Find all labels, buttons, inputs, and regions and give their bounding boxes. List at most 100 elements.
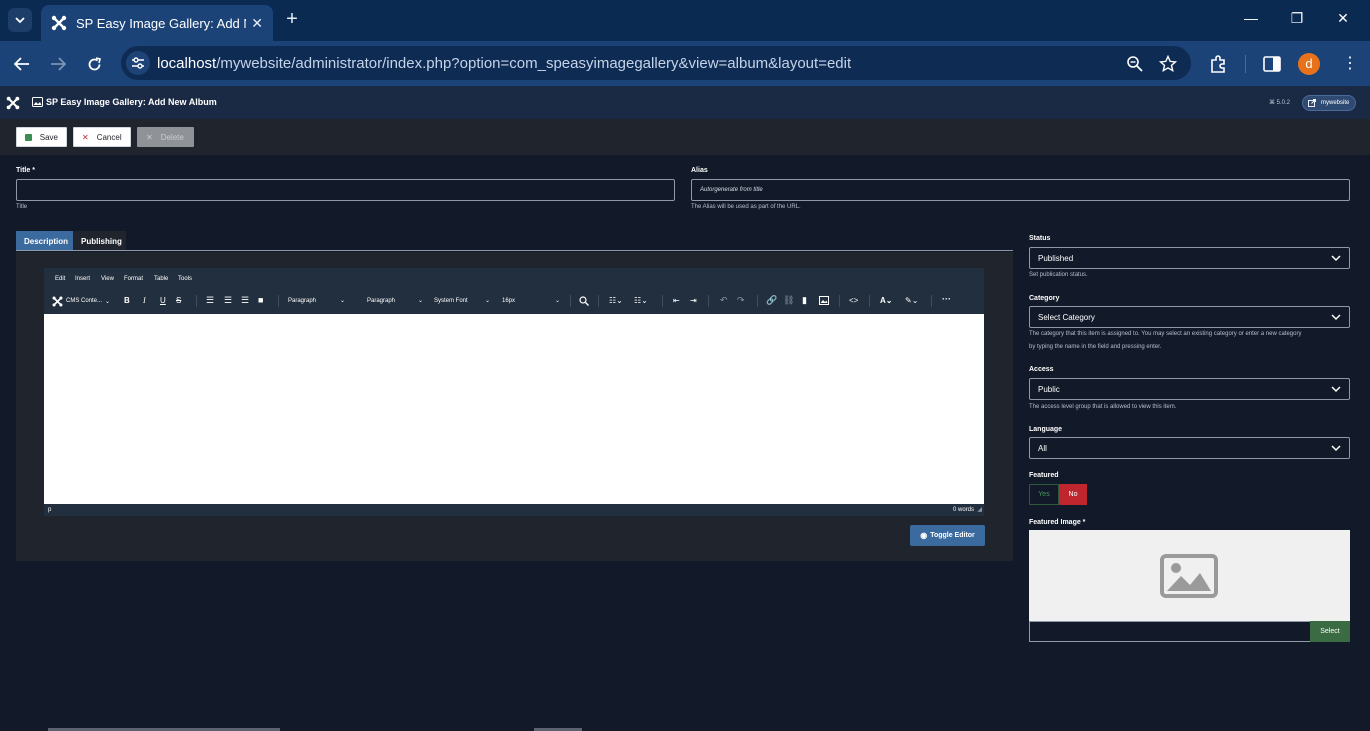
delete-button: ✕ Delete xyxy=(137,127,194,147)
reload-button[interactable] xyxy=(83,53,105,75)
font-family-dropdown[interactable]: System Font ⌄ xyxy=(430,293,494,308)
editor-content-area[interactable] xyxy=(44,314,984,504)
strikethrough-icon[interactable]: S xyxy=(176,296,181,305)
toolbar-separator xyxy=(598,295,599,307)
language-value: All xyxy=(1038,443,1047,453)
search-replace-icon[interactable] xyxy=(579,296,589,306)
toolbar-separator xyxy=(196,295,197,307)
align-center-icon[interactable]: ☰ xyxy=(224,295,232,306)
site-link-button[interactable]: mywebsite xyxy=(1302,95,1356,111)
alias-input[interactable]: Autorgenerate from title xyxy=(691,179,1350,201)
joomla-favicon-icon xyxy=(51,15,67,31)
language-label: Language xyxy=(1029,426,1063,433)
cancel-button[interactable]: ✕ Cancel xyxy=(73,127,131,147)
save-button[interactable]: Save xyxy=(16,127,67,147)
menu-tools[interactable]: Tools xyxy=(178,276,192,282)
italic-icon[interactable]: I xyxy=(143,296,146,305)
close-tab-icon[interactable]: ✕ xyxy=(251,15,263,32)
access-select[interactable]: Public xyxy=(1029,378,1350,400)
toolbar-separator xyxy=(757,295,758,307)
new-tab-button[interactable]: + xyxy=(282,9,302,29)
arrow-left-icon xyxy=(14,57,29,71)
tab-description[interactable]: Description xyxy=(16,231,73,251)
chevron-down-icon: ⌄ xyxy=(417,298,423,304)
eye-icon: ◉ xyxy=(920,531,928,540)
joomla-logo-icon[interactable] xyxy=(6,96,20,110)
minimize-icon[interactable]: — xyxy=(1241,10,1261,26)
tab-search-button[interactable] xyxy=(8,8,32,32)
bookmark-icon[interactable]: ▮ xyxy=(802,295,807,306)
arrow-right-icon xyxy=(51,57,66,71)
restore-icon[interactable]: ❐ xyxy=(1287,10,1307,27)
block-format-dropdown-1[interactable]: Paragraph ⌄ xyxy=(284,293,349,308)
browser-menu-icon[interactable]: ⋮ xyxy=(1340,54,1360,74)
indent-icon[interactable]: ⇥ xyxy=(690,296,697,305)
numbered-list-icon[interactable]: ☷⌄ xyxy=(634,296,648,305)
browser-tab[interactable]: SP Easy Image Gallery: Add New Album ✕ xyxy=(41,5,273,41)
title-hint: Title xyxy=(16,204,28,210)
address-bar[interactable]: localhost/mywebsite/administrator/index.… xyxy=(121,46,1191,80)
source-code-icon[interactable]: <> xyxy=(849,296,858,305)
forward-button[interactable] xyxy=(47,53,69,75)
link-icon[interactable]: 🔗 xyxy=(766,295,777,306)
delete-label: Delete xyxy=(160,132,184,142)
language-select[interactable]: All xyxy=(1029,437,1350,459)
redo-icon[interactable]: ↷ xyxy=(737,295,745,306)
menu-edit[interactable]: Edit xyxy=(55,276,65,282)
close-window-icon[interactable]: ✕ xyxy=(1333,10,1353,27)
menu-insert[interactable]: Insert xyxy=(75,276,90,282)
alias-hint: The Alias will be used as part of the UR… xyxy=(691,204,801,210)
status-label: Status xyxy=(1029,235,1051,242)
toolbar-separator xyxy=(662,295,663,307)
zoom-icon[interactable] xyxy=(1126,55,1144,73)
access-hint: The access level group that is allowed t… xyxy=(1029,404,1177,410)
featured-yes-option[interactable]: Yes xyxy=(1029,484,1059,505)
more-options-icon[interactable]: ··· xyxy=(942,294,951,304)
menu-format[interactable]: Format xyxy=(124,276,143,282)
access-label: Access xyxy=(1029,366,1054,373)
menu-view[interactable]: View xyxy=(101,276,114,282)
status-select[interactable]: Published xyxy=(1029,247,1350,269)
profile-avatar[interactable]: d xyxy=(1298,53,1320,75)
element-path[interactable]: p xyxy=(48,507,51,513)
bullet-list-icon[interactable]: ☷⌄ xyxy=(609,296,623,305)
status-hint: Set publication status. xyxy=(1029,272,1088,278)
bold-icon[interactable]: B xyxy=(124,296,130,305)
align-left-icon[interactable]: ☰ xyxy=(206,295,214,306)
site-info-button[interactable] xyxy=(126,51,150,75)
extensions-icon[interactable] xyxy=(1208,54,1228,74)
delete-icon: ✕ xyxy=(146,132,153,142)
url-text: localhost/mywebsite/administrator/index.… xyxy=(157,55,851,72)
resize-handle-icon[interactable]: ◢ xyxy=(977,506,982,513)
unlink-icon[interactable]: ⛓ xyxy=(783,295,794,306)
text-color-icon[interactable]: A⌄ xyxy=(880,296,892,305)
image-placeholder-icon xyxy=(1160,554,1218,598)
font-size-dropdown[interactable]: 16px ⌄ xyxy=(498,293,564,308)
category-select[interactable]: Select Category xyxy=(1029,306,1350,328)
block-format-dropdown-2[interactable]: Paragraph ⌄ xyxy=(363,293,427,308)
cms-content-dropdown[interactable]: CMS Conte... ⌄ xyxy=(52,295,114,307)
underline-icon[interactable]: U xyxy=(160,296,166,305)
bookmark-star-icon[interactable] xyxy=(1159,55,1177,73)
site-link-label: mywebsite xyxy=(1321,100,1350,106)
title-input[interactable] xyxy=(16,179,675,201)
toggle-editor-button[interactable]: ◉ Toggle Editor xyxy=(910,525,985,546)
action-toolbar: Save ✕ Cancel ✕ Delete xyxy=(0,119,1370,155)
outdent-icon[interactable]: ⇤ xyxy=(673,296,680,305)
featured-image-path-field[interactable] xyxy=(1029,621,1311,642)
align-right-icon[interactable]: ☰ xyxy=(241,295,249,306)
tab-publishing[interactable]: Publishing xyxy=(73,231,126,251)
block-format-1-value: Paragraph xyxy=(288,297,317,304)
highlight-icon[interactable]: ✎⌄ xyxy=(905,296,918,305)
align-justify-icon[interactable]: ■ xyxy=(258,295,263,305)
back-button[interactable] xyxy=(11,53,33,75)
menu-table[interactable]: Table xyxy=(154,276,168,282)
insert-image-icon[interactable] xyxy=(819,296,829,305)
tab-title: SP Easy Image Gallery: Add New Album xyxy=(76,15,246,31)
featured-image-preview xyxy=(1029,530,1350,622)
toolbar-separator xyxy=(869,295,870,307)
undo-icon[interactable]: ↶ xyxy=(720,295,728,306)
side-panel-icon[interactable] xyxy=(1262,54,1282,74)
featured-no-option[interactable]: No xyxy=(1059,484,1087,505)
select-image-button[interactable]: Select xyxy=(1310,621,1350,642)
